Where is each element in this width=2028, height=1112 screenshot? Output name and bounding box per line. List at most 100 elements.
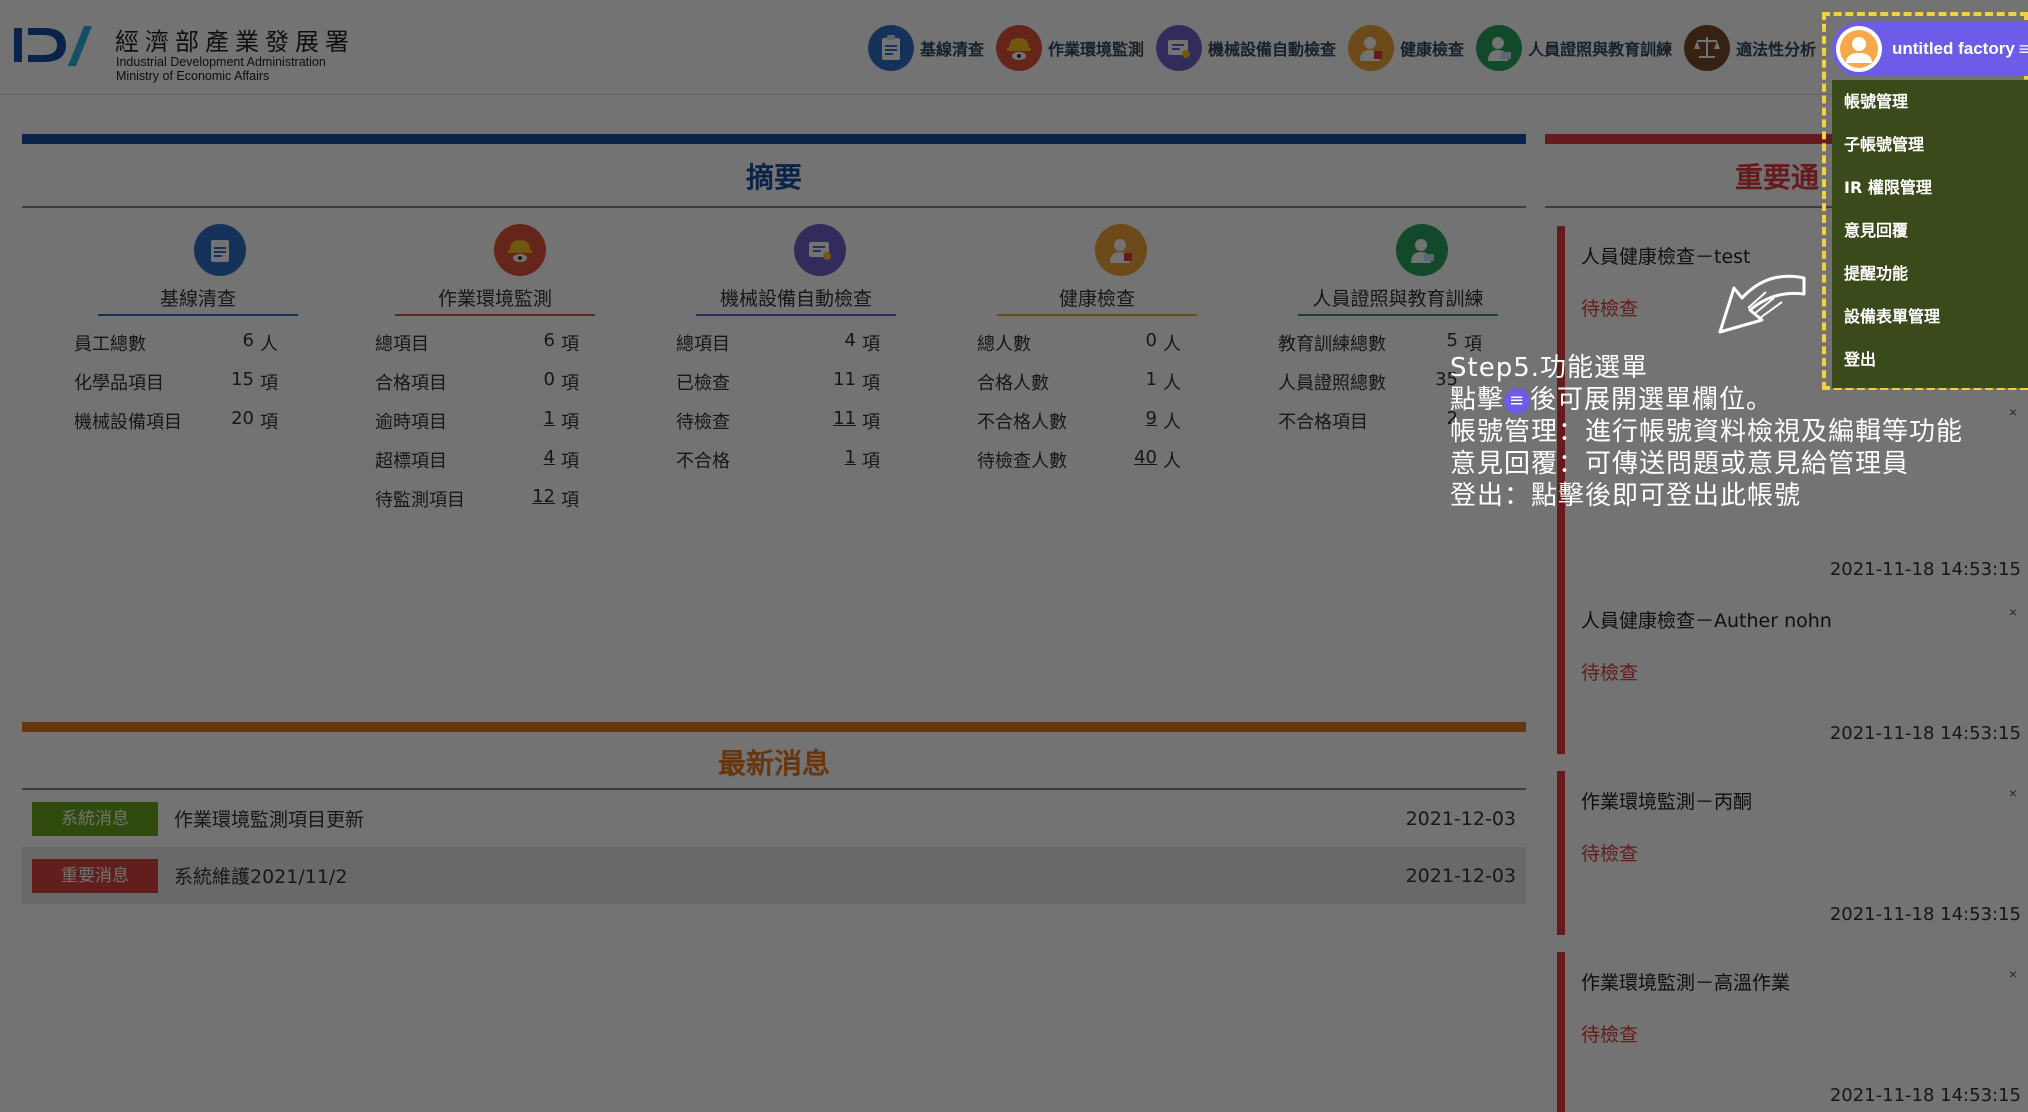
notification-status: 待檢查 (1581, 298, 1639, 320)
menu-feedback[interactable]: 意見回覆 (1832, 209, 2028, 252)
notification-card[interactable]: × 作業環境監測－高溫作業 待檢查 2021-11-18 14:53:15 (1557, 952, 2027, 1112)
org-name-en: Industrial Development Administration (116, 55, 326, 69)
scales-icon (1684, 25, 1731, 71)
close-icon[interactable]: × (2009, 604, 2017, 620)
menu-sub-account-management[interactable]: 子帳號管理 (1832, 123, 2028, 166)
menu-icon[interactable]: ≡ (2019, 39, 2028, 60)
nav-env-monitoring[interactable]: 作業環境監測 (996, 25, 1144, 71)
nav-training[interactable]: 人員證照與教育訓練 (1476, 25, 1672, 71)
stat-unit: 人 (1163, 451, 1181, 472)
stat-unit: 項 (862, 373, 880, 394)
stat-row: 員工總數 6 人 (74, 330, 344, 369)
notification-card[interactable]: × 作業環境監測－丙酮 待檢查 2021-11-18 14:53:15 (1557, 771, 2027, 935)
stat-label: 合格人數 (977, 373, 1049, 394)
stat-row: 機械設備項目 20 項 (74, 408, 344, 447)
news-date: 2021-12-03 (1405, 864, 1516, 887)
menu-account-management[interactable]: 帳號管理 (1832, 80, 2028, 123)
nav-baseline[interactable]: 基線清查 (868, 25, 984, 71)
stat-unit: 項 (561, 334, 579, 355)
notification-card[interactable]: × 人員健康檢查－Auther nohn 待檢查 2021-11-18 14:5… (1557, 590, 2027, 754)
nav-label: 健康檢查 (1400, 40, 1465, 59)
stat-row: 不合格人數 9 人 (977, 408, 1247, 447)
stat-unit: 項 (862, 451, 880, 472)
col-title: 健康檢查 (997, 284, 1197, 316)
stat-value-link[interactable]: 9 (1146, 408, 1157, 429)
news-text: 作業環境監測項目更新 (174, 809, 365, 831)
stat-value: 11 (833, 369, 856, 390)
close-icon[interactable]: × (2009, 785, 2017, 801)
nav-label: 機械設備自動檢查 (1208, 40, 1337, 59)
stat-value-link[interactable]: 1 (544, 408, 555, 429)
notification-title: 作業環境監測－丙酮 (1581, 791, 1753, 813)
nav-label: 作業環境監測 (1048, 40, 1145, 59)
stat-unit: 項 (862, 412, 880, 433)
stat-label: 不合格 (676, 451, 730, 472)
tutorial-line: 點擊 ≡ 後可展開選單欄位。 (1450, 384, 1963, 416)
stat-unit: 人 (1163, 334, 1181, 355)
tutorial-step-title: Step5.功能選單 (1450, 353, 1649, 383)
stat-unit: 項 (561, 412, 579, 433)
stat-row: 待檢查 11 項 (676, 408, 946, 447)
menu-reminders[interactable]: 提醒功能 (1832, 252, 2028, 295)
notification-time: 2021-11-18 14:53:15 (1829, 723, 2021, 744)
news-title: 最新消息 (22, 732, 1526, 790)
news-item[interactable]: 重要消息 系統維護2021/11/2 2021-12-03 (22, 847, 1526, 904)
stat-value-link[interactable]: 1 (845, 447, 856, 468)
stat-value-link[interactable]: 40 (1134, 447, 1157, 468)
machine-icon (794, 224, 846, 276)
machine-icon (1156, 25, 1203, 71)
stat-row: 化學品項目 15 項 (74, 369, 344, 408)
stat-unit: 人 (1163, 412, 1181, 433)
stat-row: 超標項目 4 項 (375, 447, 645, 486)
col-title: 作業環境監測 (395, 284, 595, 316)
stat-unit: 人 (1163, 373, 1181, 394)
stat-unit: 項 (862, 334, 880, 355)
col-title: 人員證照與教育訓練 (1298, 284, 1498, 316)
stat-label: 不合格項目 (1278, 412, 1368, 433)
menu-equipment-forms[interactable]: 設備表單管理 (1832, 295, 2028, 338)
close-icon[interactable]: × (2009, 966, 2017, 982)
account-menu-highlight: untitled factory ≡ 帳號管理 子帳號管理 IR 權限管理 意見… (1822, 12, 2028, 390)
stat-label: 化學品項目 (74, 373, 164, 394)
news-badge: 重要消息 (32, 858, 158, 893)
stat-value: 0 (1145, 330, 1157, 351)
stat-label: 合格項目 (375, 373, 447, 394)
tutorial-text: 點擊 (1450, 385, 1505, 415)
stat-label: 總人數 (977, 334, 1031, 355)
stat-unit: 項 (561, 373, 579, 394)
nav-label: 人員證照與教育訓練 (1528, 40, 1673, 59)
stat-row: 總人數 0 人 (977, 330, 1247, 369)
notification-title: 人員健康檢查－Auther nohn (1581, 610, 1832, 632)
menu-ir-permission[interactable]: IR 權限管理 (1832, 166, 2028, 209)
stat-value-link[interactable]: 11 (833, 408, 856, 429)
stat-label: 總項目 (676, 334, 730, 355)
stat-value-link[interactable]: 4 (544, 447, 555, 468)
notification-time: 2021-11-18 14:53:15 (1829, 559, 2021, 580)
notification-status: 待檢查 (1581, 1024, 1639, 1046)
stat-value-link[interactable]: 12 (532, 486, 555, 507)
stat-label: 已檢查 (676, 373, 730, 394)
nav-health-check[interactable]: 健康檢查 (1348, 25, 1464, 71)
stat-label: 機械設備項目 (74, 412, 182, 433)
account-button[interactable]: untitled factory ≡ (1832, 22, 2028, 76)
stat-unit: 項 (260, 373, 278, 394)
health-icon (1348, 25, 1395, 71)
col-title: 基線清查 (98, 284, 298, 316)
notification-title: 人員健康檢查－test (1581, 246, 1751, 268)
notification-status: 待檢查 (1581, 843, 1639, 865)
news-panel: 最新消息 系統消息 作業環境監測項目更新 2021-12-03 重要消息 系統維… (22, 722, 1526, 1097)
nav-label: 適法性分析 (1736, 40, 1817, 59)
ministry-name-en: Ministry of Economic Affairs (116, 69, 270, 83)
stat-label: 員工總數 (74, 334, 146, 355)
nav-machine-inspection[interactable]: 機械設備自動檢查 (1156, 25, 1336, 71)
stat-unit: 人 (260, 334, 278, 355)
health-icon (1095, 224, 1147, 276)
stat-unit: 項 (561, 451, 579, 472)
nav-legal-analysis[interactable]: 適法性分析 (1684, 25, 1816, 71)
stat-value: 1 (1145, 369, 1157, 390)
stat-label: 總項目 (375, 334, 429, 355)
top-nav: 基線清查 作業環境監測 機械設備自動檢查 健康檢查 人員證照與教育訓練 適法性分… (868, 24, 1828, 72)
news-item[interactable]: 系統消息 作業環境監測項目更新 2021-12-03 (22, 790, 1526, 847)
notification-title: 作業環境監測－高溫作業 (1581, 972, 1791, 994)
close-icon[interactable]: × (2009, 404, 2017, 420)
